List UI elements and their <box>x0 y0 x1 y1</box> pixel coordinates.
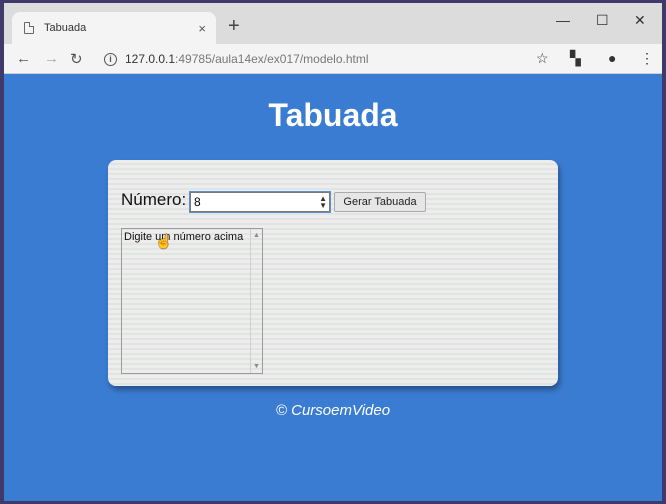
account-icon[interactable]: ● <box>608 50 616 66</box>
url-text: 127.0.0.1:49785/aula14ex/ex017/modelo.ht… <box>125 52 369 66</box>
new-tab-button[interactable]: + <box>228 15 240 38</box>
number-input-value: 8 <box>194 195 201 209</box>
browser-toolbar: ← → ↻ i 127.0.0.1:49785/aula14ex/ex017/m… <box>4 44 662 74</box>
document-icon <box>24 22 34 34</box>
page-content: Tabuada Número: 8 ▲ ▼ Gerar Tabuada Digit… <box>4 75 662 501</box>
back-icon[interactable]: ← <box>16 50 31 67</box>
number-label: Número: <box>121 190 187 209</box>
close-window-button[interactable]: ✕ <box>634 12 646 29</box>
extension-icon[interactable]: ▚ <box>570 50 581 67</box>
spinner-icon[interactable]: ▲ ▼ <box>319 195 327 210</box>
tab-close-icon[interactable]: × <box>198 21 206 36</box>
url-host: 127.0.0.1 <box>125 52 176 66</box>
browser-window: Tabuada × + — ☐ ✕ ← → ↻ i 127.0.0.1:4978… <box>4 3 662 501</box>
info-icon[interactable]: i <box>104 52 117 66</box>
tab-title: Tabuada <box>44 22 87 34</box>
cursor-icon: ☝ <box>155 233 173 249</box>
footer-copyright: © CursoemVideo <box>275 402 391 419</box>
scroll-up-icon[interactable]: ▲ <box>253 232 260 239</box>
scrollbar[interactable]: ▲ ▼ <box>250 229 262 373</box>
list-item[interactable]: Digite um número acima <box>124 231 243 243</box>
reload-icon[interactable]: ↻ <box>70 50 83 68</box>
table-select[interactable]: Digite um número acima ▲ ▼ <box>121 228 263 374</box>
menu-icon[interactable]: ⋮ <box>640 50 654 67</box>
tab-tabuada[interactable]: Tabuada × <box>12 12 216 44</box>
number-input[interactable]: 8 ▲ ▼ <box>189 191 331 213</box>
generate-button[interactable]: Gerar Tabuada <box>334 192 426 212</box>
scroll-down-icon[interactable]: ▼ <box>253 363 260 370</box>
tabuada-panel: Número: 8 ▲ ▼ Gerar Tabuada Digite um núm… <box>108 160 558 386</box>
bookmark-star-icon[interactable]: ☆ <box>536 50 549 67</box>
maximize-button[interactable]: ☐ <box>596 12 609 29</box>
address-bar[interactable]: i 127.0.0.1:49785/aula14ex/ex017/modelo.… <box>96 47 566 71</box>
minimize-button[interactable]: — <box>556 12 570 28</box>
url-path: :49785/aula14ex/ex017/modelo.html <box>175 52 369 66</box>
tab-strip: Tabuada × + — ☐ ✕ <box>4 3 662 44</box>
forward-icon[interactable]: → <box>44 50 59 67</box>
page-title: Tabuada <box>268 97 398 133</box>
